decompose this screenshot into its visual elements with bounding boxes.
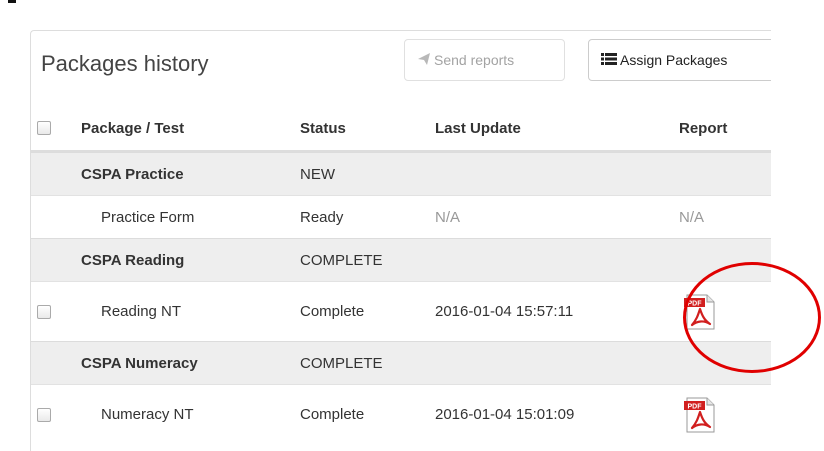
test-status: Complete	[300, 406, 365, 423]
send-reports-label: Send reports	[434, 52, 515, 68]
svg-text:PDF: PDF	[688, 403, 703, 410]
paper-plane-icon	[417, 52, 434, 69]
test-name: Reading NT	[101, 303, 182, 320]
test-name: Numeracy NT	[101, 406, 194, 423]
table-row: Numeracy NT Complete 2016-01-04 15:01:09…	[31, 384, 771, 444]
table-row: Reading NT Complete 2016-01-04 15:57:11 …	[31, 281, 771, 341]
list-icon	[601, 52, 620, 69]
last-update: N/A	[435, 208, 461, 226]
table-row-group: CSPA Reading COMPLETE	[31, 238, 771, 281]
annotation-circle	[683, 262, 821, 373]
package-status: COMPLETE	[300, 251, 383, 269]
last-update: 2016-01-04 15:57:11	[435, 303, 574, 320]
table-row: Practice Form Ready N/A N/A	[31, 195, 771, 238]
test-status: Ready	[300, 208, 344, 226]
package-name: CSPA Reading	[81, 251, 185, 269]
table-row-group: CSPA Numeracy COMPLETE	[31, 341, 771, 384]
package-status: NEW	[300, 165, 335, 183]
select-all-checkbox[interactable]	[37, 121, 51, 135]
row-checkbox[interactable]	[37, 304, 51, 319]
packages-history-panel: Packages history Send reports Assign Pac…	[30, 30, 771, 451]
package-name: CSPA Numeracy	[81, 354, 198, 372]
page-title: Packages history	[41, 51, 209, 76]
report-link[interactable]: PDF	[683, 385, 717, 444]
table-row-group: CSPA Practice NEW	[31, 152, 771, 195]
send-reports-button[interactable]: Send reports	[404, 39, 565, 81]
column-header-report: Report	[679, 119, 728, 137]
test-name: Practice Form	[101, 208, 195, 226]
table-header: Package / Test Status Last Update Report	[31, 106, 771, 152]
column-header-status: Status	[300, 119, 346, 137]
top-edge-mark	[8, 0, 16, 3]
package-name: CSPA Practice	[81, 165, 184, 183]
column-header-last-update: Last Update	[435, 119, 521, 137]
last-update: 2016-01-04 15:01:09	[435, 406, 575, 423]
column-header-package: Package / Test	[81, 119, 185, 137]
test-status: Complete	[300, 303, 365, 320]
package-status: COMPLETE	[300, 354, 383, 372]
assign-packages-label: Assign Packages	[620, 52, 728, 68]
pdf-icon[interactable]: PDF	[683, 395, 717, 435]
row-checkbox[interactable]	[37, 407, 51, 422]
assign-packages-button[interactable]: Assign Packages	[588, 39, 771, 81]
report-value: N/A	[679, 208, 705, 226]
